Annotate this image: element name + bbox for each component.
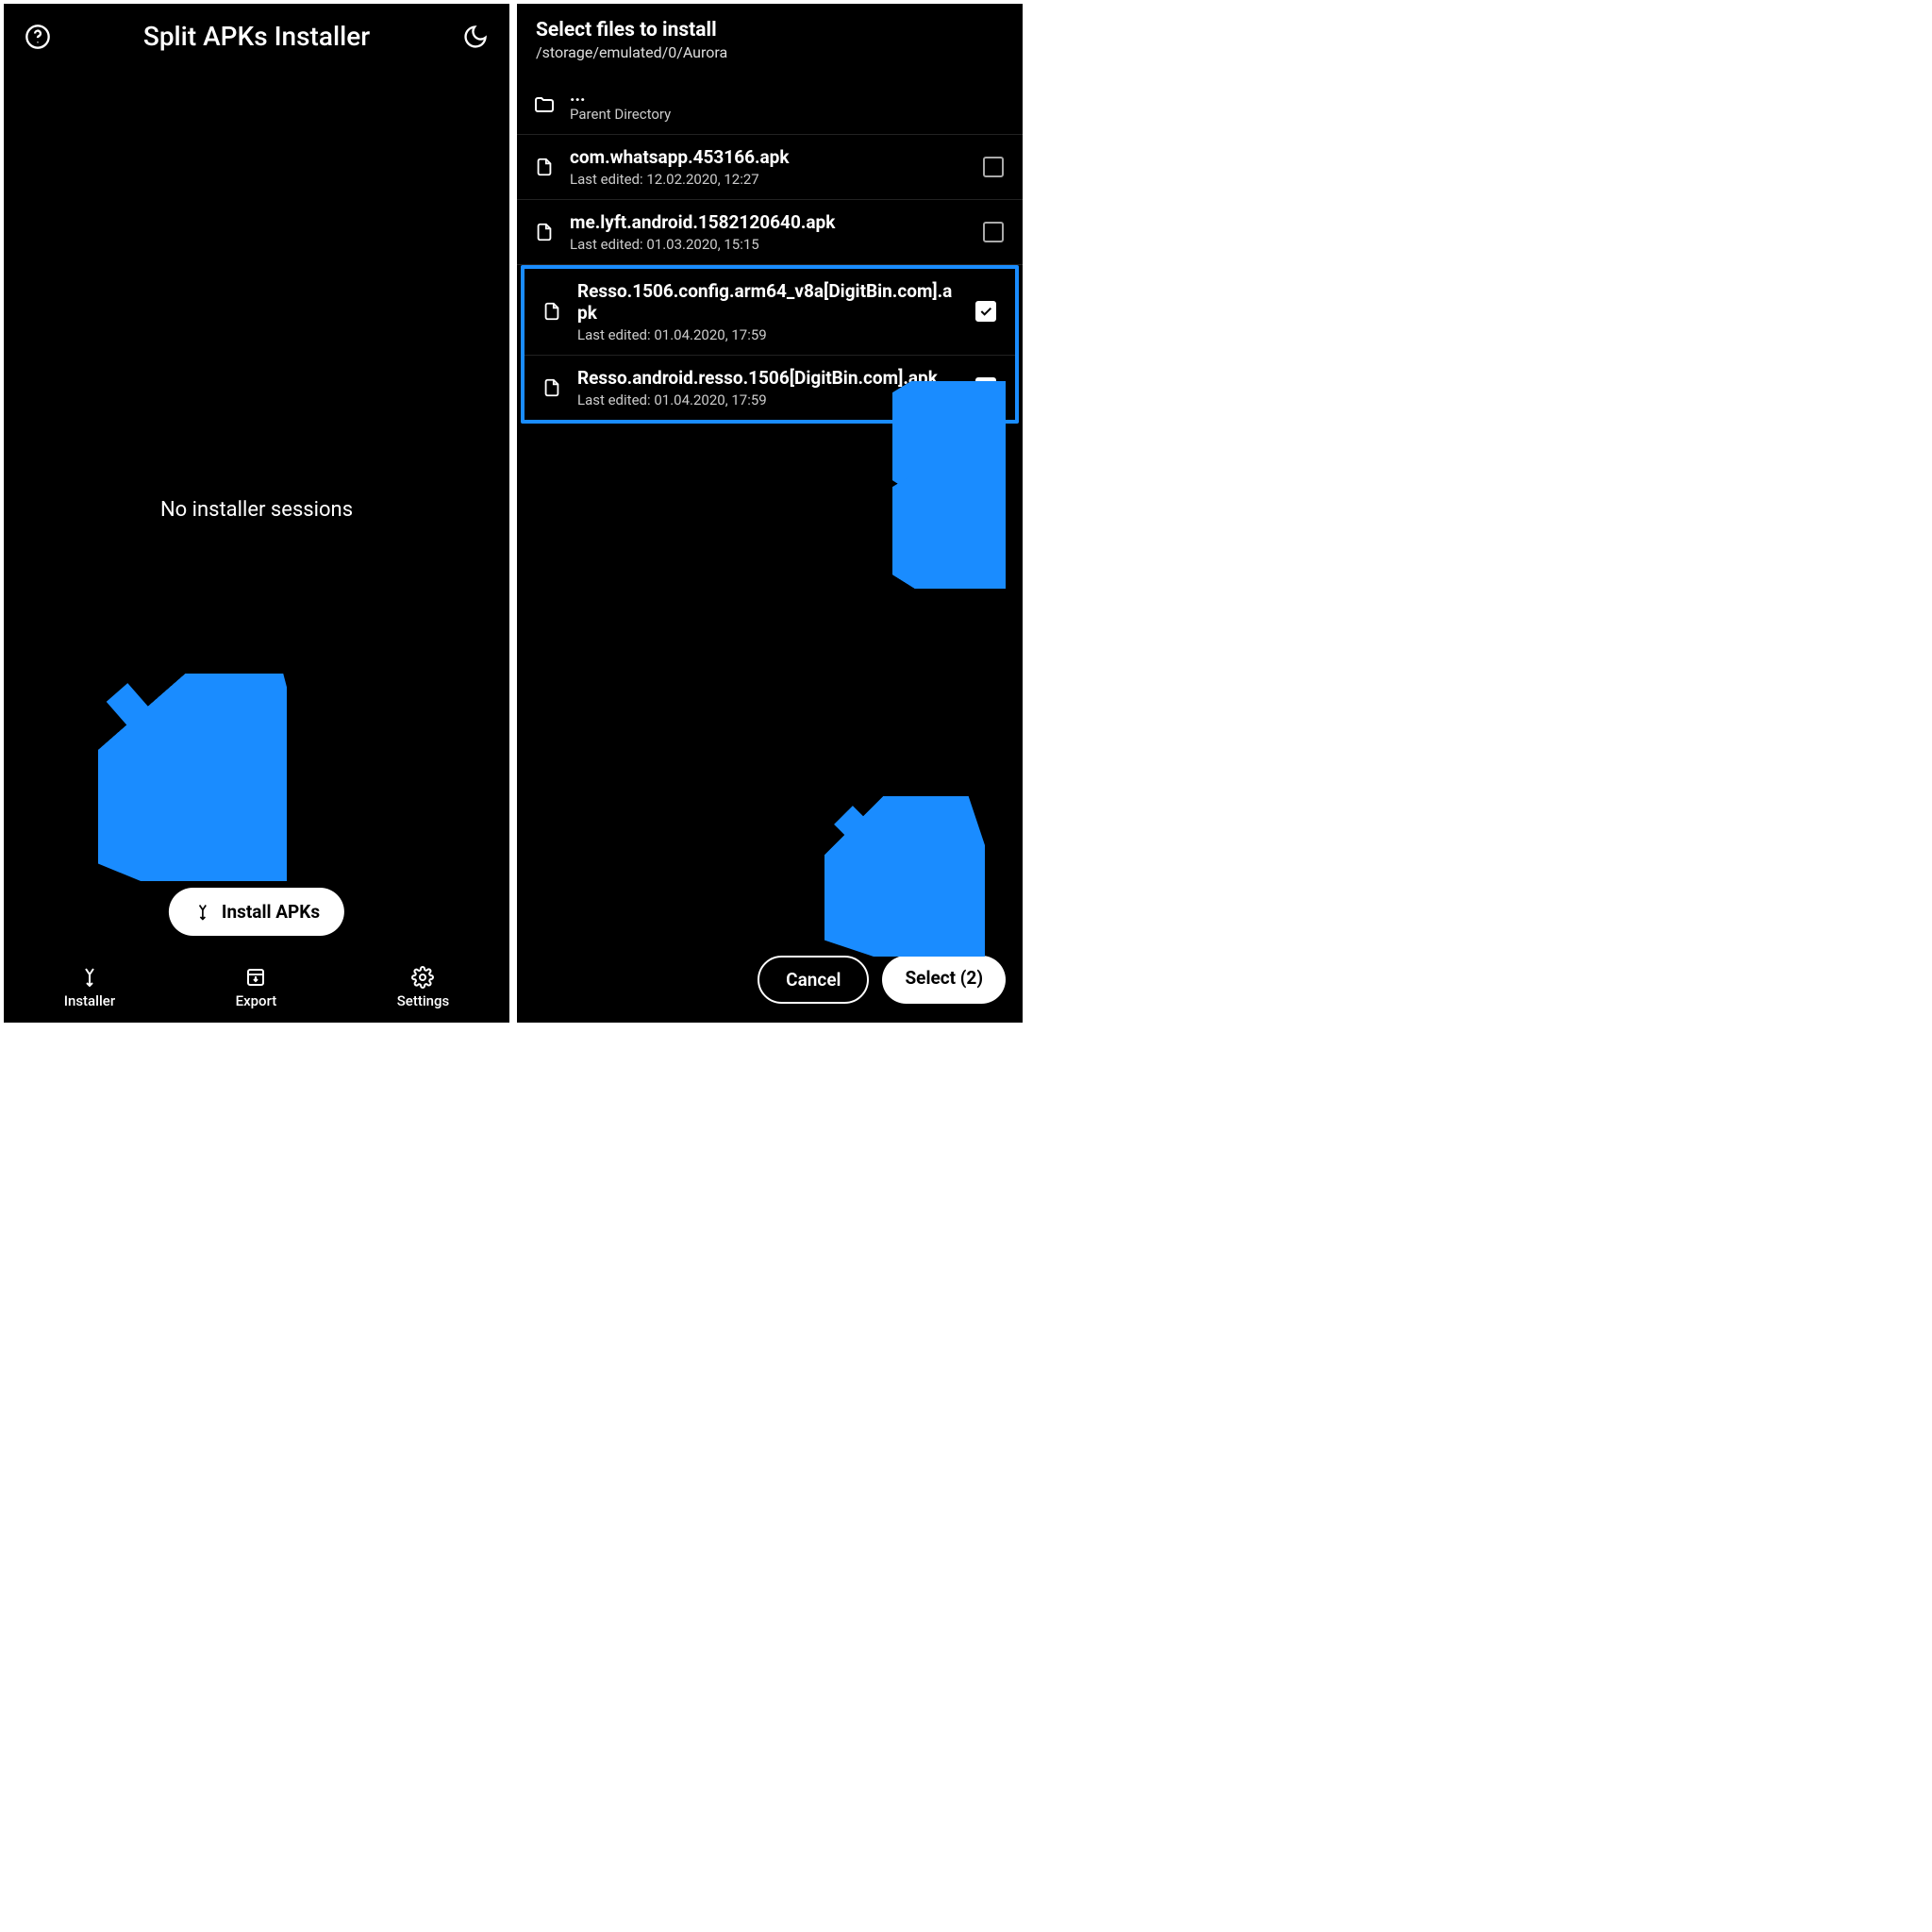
file-sub: Last edited: 01.04.2020, 17:59	[577, 391, 962, 408]
file-checkbox[interactable]	[975, 301, 996, 322]
file-list: ... Parent Directory com.whatsapp.453166…	[517, 75, 1023, 1023]
file-row[interactable]: me.lyft.android.1582120640.apk Last edit…	[517, 200, 1023, 265]
file-checkbox[interactable]	[983, 157, 1004, 177]
file-sub: Last edited: 01.03.2020, 15:15	[570, 236, 970, 253]
archive-icon	[244, 966, 267, 989]
parent-dots: ...	[570, 86, 1008, 104]
empty-message: No installer sessions	[160, 498, 353, 522]
right-screen: Select files to install /storage/emulate…	[517, 4, 1023, 1023]
file-sub: Last edited: 01.04.2020, 17:59	[577, 326, 962, 343]
file-icon	[532, 222, 557, 242]
moon-icon[interactable]	[460, 22, 491, 52]
merge-icon	[78, 966, 101, 989]
file-sub: Last edited: 12.02.2020, 12:27	[570, 171, 970, 188]
nav-export[interactable]: Export	[236, 966, 277, 1009]
nav-label: Settings	[397, 992, 450, 1009]
picker-title: Select files to install	[536, 19, 1004, 42]
file-icon	[540, 301, 564, 322]
app-topbar: Split APKs Installer	[4, 4, 509, 63]
help-icon[interactable]	[23, 22, 53, 52]
select-button[interactable]: Select (2)	[882, 956, 1006, 1004]
fab-label: Install APKs	[222, 901, 320, 923]
file-checkbox[interactable]	[975, 377, 996, 398]
nav-installer[interactable]: Installer	[64, 966, 115, 1009]
nav-label: Installer	[64, 992, 115, 1009]
selection-highlight: Resso.1506.config.arm64_v8a[DigitBin.com…	[521, 265, 1019, 424]
nav-label: Export	[236, 992, 277, 1009]
cancel-button[interactable]: Cancel	[758, 956, 869, 1004]
file-row[interactable]: Resso.android.resso.1506[DigitBin.com].a…	[525, 356, 1015, 420]
picker-header: Select files to install /storage/emulate…	[517, 4, 1023, 75]
install-apks-button[interactable]: Install APKs	[169, 888, 344, 936]
empty-state: No installer sessions	[4, 63, 509, 957]
file-icon	[532, 157, 557, 177]
gear-icon	[411, 966, 434, 989]
file-icon	[540, 377, 564, 398]
file-name: Resso.android.resso.1506[DigitBin.com].a…	[577, 367, 962, 390]
app-title: Split APKs Installer	[143, 21, 370, 52]
parent-directory-row[interactable]: ... Parent Directory	[517, 75, 1023, 135]
file-checkbox[interactable]	[983, 222, 1004, 242]
file-row[interactable]: com.whatsapp.453166.apk Last edited: 12.…	[517, 135, 1023, 200]
action-bar: Cancel Select (2)	[758, 956, 1006, 1004]
parent-label: Parent Directory	[570, 106, 1008, 123]
file-row[interactable]: Resso.1506.config.arm64_v8a[DigitBin.com…	[525, 269, 1015, 357]
bottom-nav: Installer Export Settings	[4, 957, 509, 1023]
folder-icon	[532, 93, 557, 116]
left-screen: Split APKs Installer No installer sessio…	[4, 4, 509, 1023]
file-name: com.whatsapp.453166.apk	[570, 146, 970, 169]
file-name: me.lyft.android.1582120640.apk	[570, 211, 970, 234]
file-name: Resso.1506.config.arm64_v8a[DigitBin.com…	[577, 280, 962, 325]
nav-settings[interactable]: Settings	[397, 966, 450, 1009]
merge-icon	[193, 903, 212, 922]
picker-path: /storage/emulated/0/Aurora	[536, 43, 1004, 61]
